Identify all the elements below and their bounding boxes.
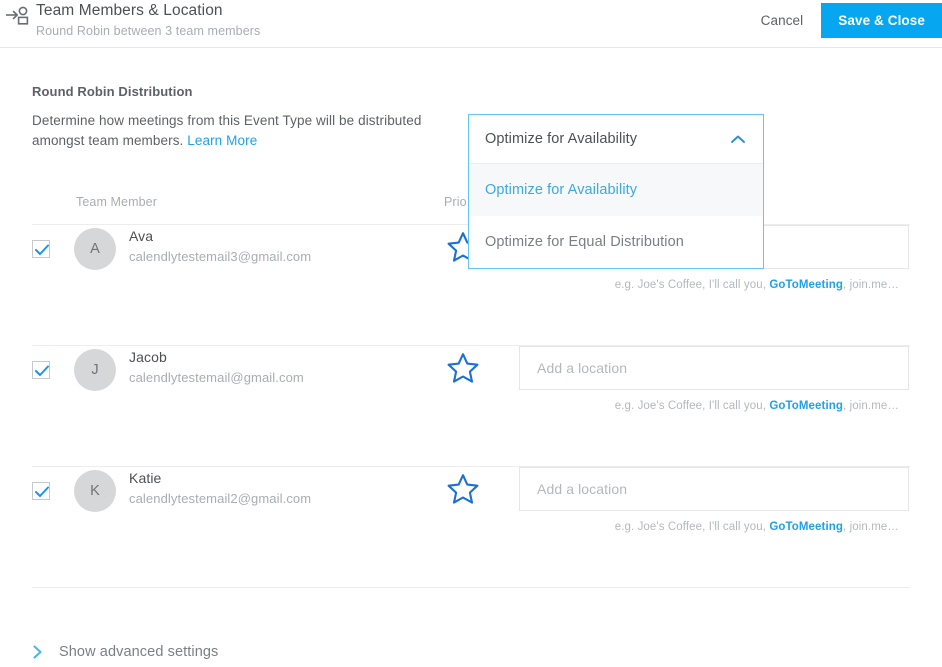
location-hint-suffix: , join.me… xyxy=(843,521,899,533)
member-email: calendlytestemail@gmail.com xyxy=(129,370,304,385)
member-checkbox[interactable] xyxy=(32,361,50,379)
location-cell: e.g. Joe's Coffee, I'll call you, GoToMe… xyxy=(519,346,909,412)
member-name: Ava xyxy=(129,228,154,244)
page-header: Team Members & Location Round Robin betw… xyxy=(0,0,942,48)
avatar: J xyxy=(74,349,116,391)
location-input[interactable] xyxy=(519,467,909,511)
page-title: Team Members & Location xyxy=(36,2,223,19)
member-name: Jacob xyxy=(129,349,167,365)
gotomeeting-link[interactable]: GoToMeeting xyxy=(769,400,843,412)
section-description: Determine how meetings from this Event T… xyxy=(32,111,442,151)
location-hint-prefix: e.g. Joe's Coffee, I'll call you, xyxy=(614,400,770,412)
location-hint-suffix: , join.me… xyxy=(843,400,899,412)
priority-star-icon[interactable] xyxy=(446,473,480,506)
section-title: Round Robin Distribution xyxy=(32,84,193,99)
location-cell: e.g. Joe's Coffee, I'll call you, GoToMe… xyxy=(519,467,909,533)
location-hint-prefix: e.g. Joe's Coffee, I'll call you, xyxy=(614,521,770,533)
assign-person-icon xyxy=(4,4,30,28)
distribution-dropdown-trigger[interactable]: Optimize for Availability xyxy=(469,115,763,164)
check-icon xyxy=(35,244,49,255)
location-input[interactable] xyxy=(519,346,909,390)
avatar: A xyxy=(74,228,116,270)
table-row: K Katie calendlytestemail2@gmail.com e.g… xyxy=(32,467,910,588)
chevron-up-icon xyxy=(730,134,746,145)
column-header-priority: Prio xyxy=(444,195,467,209)
member-email: calendlytestemail2@gmail.com xyxy=(129,491,312,506)
header-actions: Cancel Save & Close xyxy=(743,0,942,40)
check-icon xyxy=(35,486,49,497)
location-hint-suffix: , join.me… xyxy=(843,279,899,291)
check-icon xyxy=(35,365,49,376)
dropdown-option-optimize-equal-distribution[interactable]: Optimize for Equal Distribution xyxy=(469,216,763,268)
gotomeeting-link[interactable]: GoToMeeting xyxy=(769,521,843,533)
chevron-right-icon xyxy=(32,644,44,660)
distribution-dropdown: Optimize for Availability Optimize for A… xyxy=(468,114,764,269)
member-checkbox[interactable] xyxy=(32,482,50,500)
show-advanced-settings-toggle[interactable]: Show advanced settings xyxy=(32,644,218,660)
table-row: J Jacob calendlytestemail@gmail.com e.g.… xyxy=(32,346,910,467)
learn-more-link[interactable]: Learn More xyxy=(187,133,257,148)
member-email: calendlytestemail3@gmail.com xyxy=(129,249,312,264)
page-subtitle: Round Robin between 3 team members xyxy=(36,24,261,38)
distribution-dropdown-value: Optimize for Availability xyxy=(485,131,638,147)
column-header-team-member: Team Member xyxy=(76,195,157,209)
save-and-close-button[interactable]: Save & Close xyxy=(821,2,942,38)
member-checkbox[interactable] xyxy=(32,240,50,258)
gotomeeting-link[interactable]: GoToMeeting xyxy=(769,279,843,291)
avatar: K xyxy=(74,470,116,512)
location-hint: e.g. Joe's Coffee, I'll call you, GoToMe… xyxy=(519,521,909,533)
cancel-button[interactable]: Cancel xyxy=(743,13,822,28)
location-hint: e.g. Joe's Coffee, I'll call you, GoToMe… xyxy=(519,400,909,412)
priority-star-icon[interactable] xyxy=(446,352,480,385)
header-text-block: Team Members & Location Round Robin betw… xyxy=(36,0,260,40)
show-advanced-settings-label: Show advanced settings xyxy=(59,644,219,660)
location-hint: e.g. Joe's Coffee, I'll call you, GoToMe… xyxy=(519,279,909,291)
member-name: Katie xyxy=(129,470,162,486)
location-hint-prefix: e.g. Joe's Coffee, I'll call you, xyxy=(614,279,770,291)
dropdown-option-optimize-availability[interactable]: Optimize for Availability xyxy=(469,164,763,216)
